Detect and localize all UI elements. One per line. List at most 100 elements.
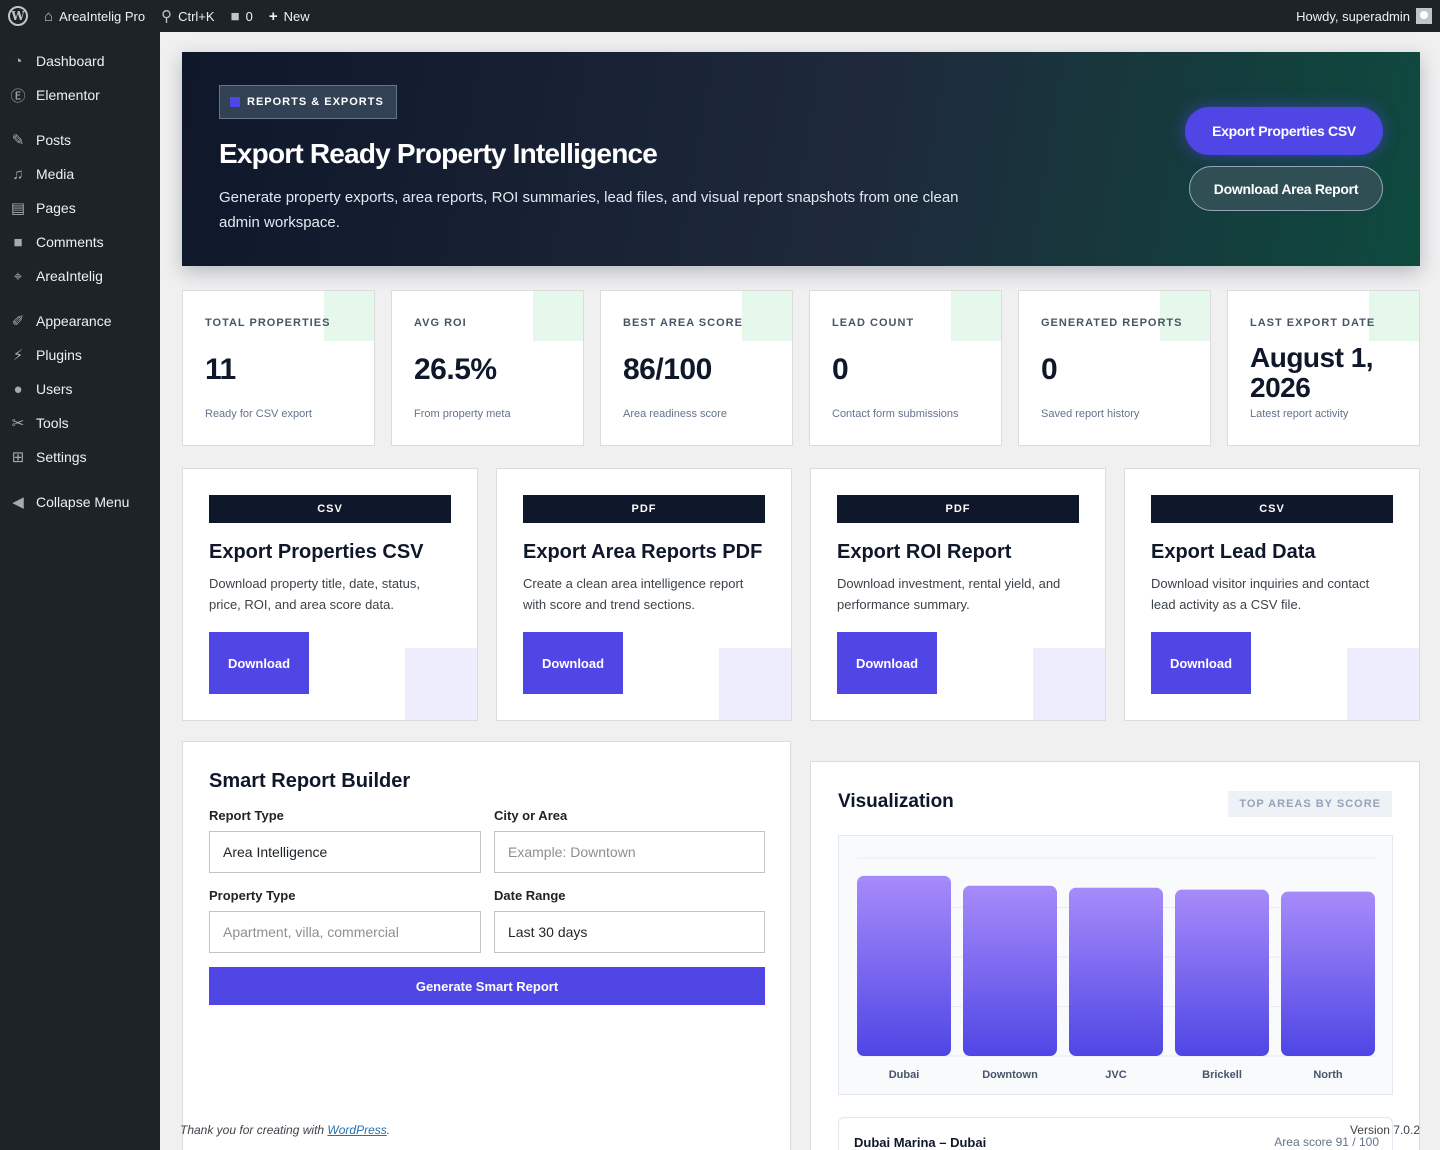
smart-report-builder: Smart Report Builder Report Type Area In… [182,741,791,1150]
search-shortcut: Ctrl+K [178,8,215,24]
card-corner-deco [719,648,791,720]
format-tag: CSV [209,495,451,523]
sidebar-item-areaintelig[interactable]: ⌖ AreaIntelig [0,259,160,293]
sidebar-item-dashboard[interactable]: ◔ Dashboard [0,44,160,78]
sidebar-item-comments[interactable]: ■ Comments [0,225,160,259]
stat-sub: Latest report activity [1250,408,1349,420]
city-label: City or Area [494,808,568,823]
admin-bar: W ⌂ AreaIntelig Pro ⚲ Ctrl+K ■ 0 + New H… [0,0,1440,32]
page-title: Export Ready Property Intelligence [219,138,658,169]
card-corner-deco [324,291,374,341]
property-type-input[interactable]: Apartment, villa, commercial [209,911,481,953]
export-card-roi-report: PDF Export ROI Report Download investmen… [810,468,1106,721]
command-search[interactable]: ⚲ Ctrl+K [153,0,222,32]
card-corner-deco [951,291,1001,341]
pages-icon: ▤ [10,200,26,217]
stat-label: AVG ROI [414,317,467,329]
stat-value: 0 [1041,353,1058,386]
area-score: Area score 91 / 100 [1274,1135,1379,1149]
export-card-title: Export ROI Report [837,541,1012,563]
sidebar-item-plugins[interactable]: ⚡ Plugins [0,338,160,372]
format-tag: PDF [523,495,765,523]
sidebar-item-users[interactable]: ● Users [0,372,160,406]
download-button[interactable]: Download [1151,632,1251,694]
chart-bar[interactable] [1069,887,1163,1056]
sidebar-item-posts[interactable]: ✎ Posts [0,123,160,157]
stat-value: 11 [205,353,236,386]
city-input[interactable]: Example: Downtown [494,831,765,873]
stat-value: August 1, 2026 [1250,342,1374,403]
sidebar-item-label: Elementor [36,87,100,103]
sidebar-item-label: Comments [36,234,104,250]
hero-chip-label: REPORTS & EXPORTS [247,96,384,108]
footer-thanks-suffix: . [386,1123,391,1137]
my-account-link[interactable]: Howdy, superadmin [1288,0,1440,32]
generate-smart-report-button[interactable]: Generate Smart Report [209,967,765,1005]
download-button[interactable]: Download [837,632,937,694]
export-card-description: Download property title, date, status, p… [209,576,421,612]
collapse-icon: ◀ [12,494,24,511]
visualization-panel: Visualization TOP AREAS BY SCORE Dubai Do… [810,761,1420,1150]
report-type-label: Report Type [209,808,284,823]
card-corner-deco [533,291,583,341]
sidebar-item-label: Dashboard [36,53,105,69]
sidebar-item-elementor[interactable]: Ⓔ Elementor [0,78,160,112]
area-name: Dubai Marina – Dubai [854,1135,987,1150]
sidebar-item-pages[interactable]: ▤ Pages [0,191,160,225]
admin-sidebar: ◔ Dashboard Ⓔ Elementor ✎ Posts ♫ Media ▤ Pag… [0,32,160,1150]
comment-icon: ■ [230,7,240,25]
site-name-link[interactable]: ⌂ AreaIntelig Pro [36,0,153,32]
hero-description: Generate property exports, area reports,… [219,189,959,231]
report-type-select[interactable]: Area Intelligence [209,831,481,873]
stat-label: LEAD COUNT [832,317,915,329]
wp-logo-menu[interactable]: W [0,0,36,32]
sidebar-item-appearance[interactable]: ✐ Appearance [0,304,160,338]
square-icon [230,97,240,107]
download-button[interactable]: Download [209,632,309,694]
hero-chip: REPORTS & EXPORTS [219,85,397,119]
chart-bar[interactable] [857,875,951,1056]
property-type-label: Property Type [209,888,296,903]
sidebar-item-label: Tools [36,415,69,431]
export-card-properties-csv: CSV Export Properties CSV Download prope… [182,468,478,721]
sidebar-item-tools[interactable]: ✂ Tools [0,406,160,440]
stat-value: 26.5% [414,353,497,386]
dashboard-icon: ◔ [13,52,23,70]
download-area-report-button[interactable]: Download Area Report [1189,166,1383,211]
footer-thanks-text: Thank you for creating with [180,1123,328,1137]
card-corner-deco [742,291,792,341]
hero-banner: REPORTS & EXPORTS Export Ready Property … [182,52,1420,266]
sidebar-item-settings[interactable]: ⊞ Settings [0,440,160,474]
date-range-select[interactable]: Last 30 days [494,911,765,953]
stat-sub: Area readiness score [623,408,727,420]
stat-card-avg-roi: AVG ROI 26.5% From property meta [391,290,584,446]
stat-value: 86/100 [623,353,712,386]
list-item[interactable]: Dubai Marina – Dubai Area score 91 / 100 [838,1117,1393,1150]
chart-bar[interactable] [1281,891,1375,1056]
sidebar-item-label: Collapse Menu [36,494,130,510]
sidebar-item-media[interactable]: ♫ Media [0,157,160,191]
export-card-area-reports-pdf: PDF Export Area Reports PDF Create a cle… [496,468,792,721]
export-properties-csv-button[interactable]: Export Properties CSV [1185,107,1383,155]
howdy-text: Howdy, superadmin [1296,8,1410,24]
bar-chart: Dubai Downtown JVC Brickell North [857,857,1376,1081]
stat-card-total-properties: TOTAL PROPERTIES 11 Ready for CSV export [182,290,375,446]
sidebar-item-label: Media [36,166,75,182]
collapse-menu-button[interactable]: ◀ Collapse Menu [0,485,160,519]
export-card-description: Download investment, rental yield, and p… [837,576,1061,612]
export-card-description: Create a clean area intelligence report … [523,576,744,612]
card-corner-deco [1160,291,1210,341]
new-content-link[interactable]: + New [261,0,318,32]
stat-sub: Ready for CSV export [205,408,312,420]
footer-thanks: Thank you for creating with WordPress. [180,1123,390,1137]
card-corner-deco [405,648,477,720]
chart-bar[interactable] [1175,889,1269,1056]
user-icon: ● [13,380,23,398]
comments-link[interactable]: ■ 0 [223,0,261,32]
chart-bar[interactable] [963,885,1057,1056]
bar-chart-area: Dubai Downtown JVC Brickell North [838,835,1393,1095]
download-button[interactable]: Download [523,632,623,694]
stat-label: LAST EXPORT DATE [1250,317,1376,329]
builder-title: Smart Report Builder [209,770,411,792]
wordpress-link[interactable]: WordPress [327,1123,386,1137]
